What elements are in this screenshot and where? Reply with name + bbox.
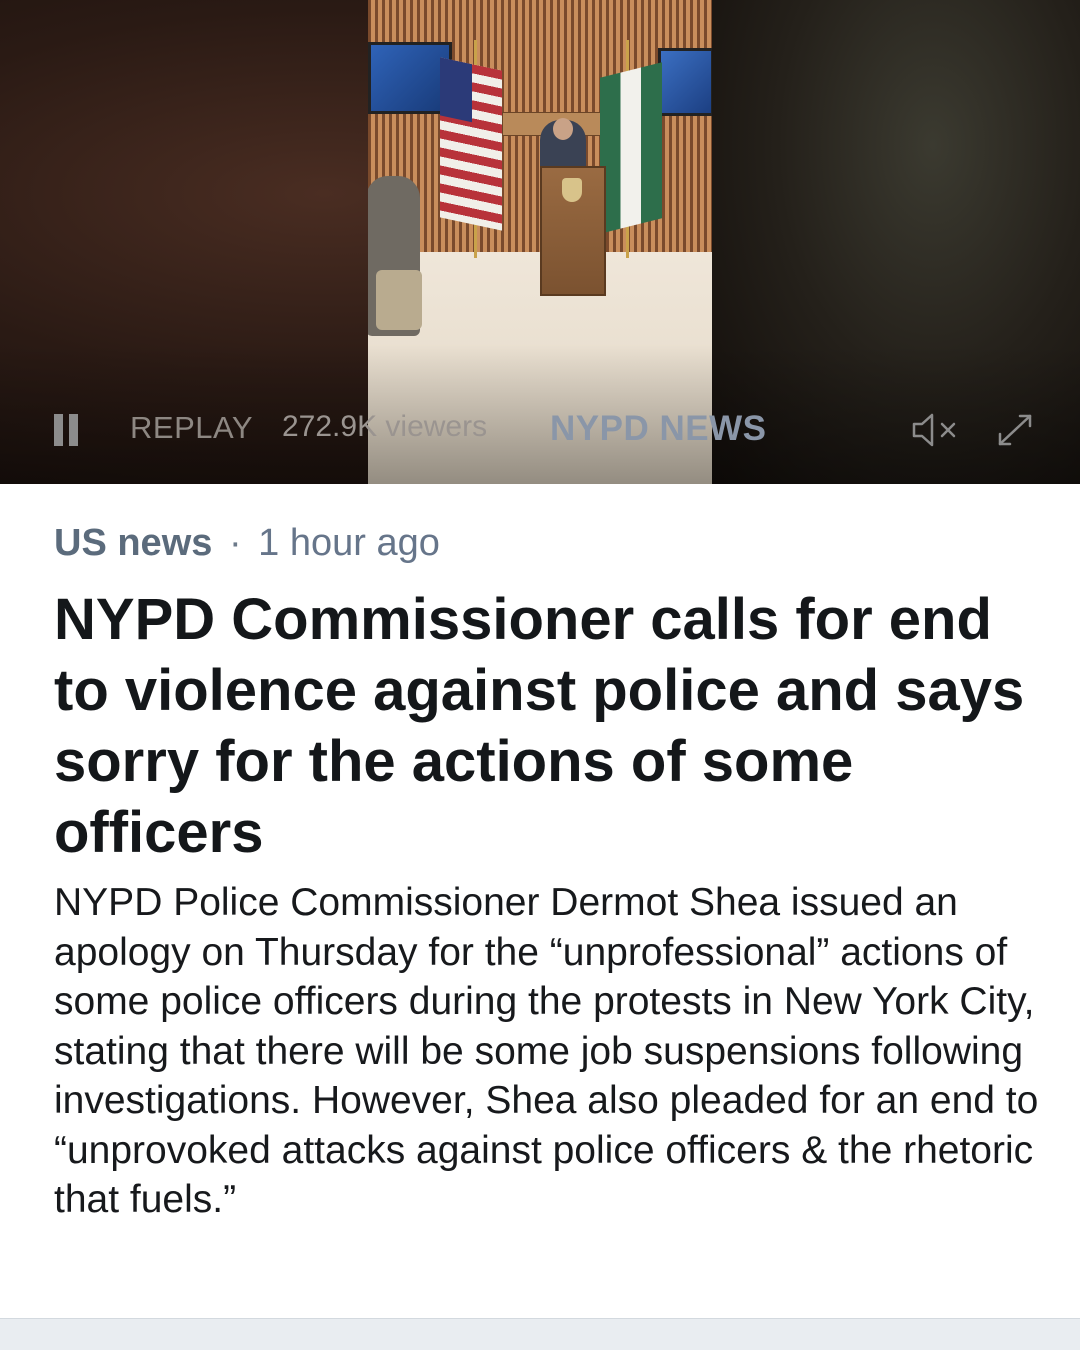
us-flag: [440, 57, 502, 231]
us-flag-canton: [440, 57, 472, 123]
pause-icon[interactable]: [54, 414, 80, 446]
article-summary: NYPD Police Commissioner Dermot Shea iss…: [54, 881, 1039, 1221]
video-controls: REPLAY 272.9K viewers NYPD NEWS: [0, 400, 1080, 456]
podium-badge: [562, 178, 582, 202]
podium: [540, 166, 606, 296]
article-timestamp: 1 hour ago: [258, 522, 440, 564]
channel-name[interactable]: NYPD NEWS: [550, 409, 766, 449]
bottom-divider-bar: [0, 1318, 1080, 1350]
frame-monitor-right: [658, 48, 712, 116]
viewer-count: 272.9K viewers: [282, 410, 488, 443]
expand-arrows-icon[interactable]: [994, 410, 1036, 450]
article-headline[interactable]: NYPD Commissioner calls for end to viole…: [54, 584, 1039, 868]
article-meta: US news · 1 hour ago: [54, 520, 440, 566]
video-player[interactable]: REPLAY 272.9K viewers NYPD NEWS: [0, 0, 1080, 484]
meta-separator: ·: [228, 522, 242, 564]
speaker-head: [553, 118, 573, 140]
article-category[interactable]: US news: [54, 522, 212, 564]
replay-label[interactable]: REPLAY: [130, 410, 253, 446]
nyc-flag: [600, 62, 662, 234]
speaker-muted-icon[interactable]: [912, 412, 964, 448]
photographer-legs: [376, 270, 422, 330]
